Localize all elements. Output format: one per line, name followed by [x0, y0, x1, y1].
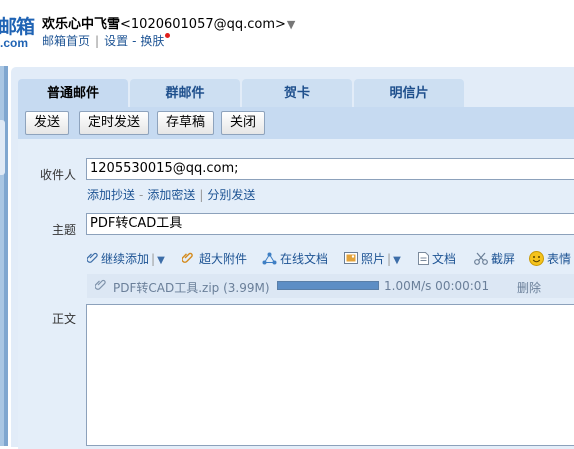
body-label: 正文 [52, 312, 77, 326]
tab-greeting-card[interactable]: 贺卡 [242, 79, 352, 107]
subject-label: 主题 [52, 223, 77, 237]
user-email: <1020601057@qq.com> [120, 17, 286, 32]
recipient-label: 收件人 [40, 168, 77, 182]
upload-progress-bar [277, 281, 379, 290]
separate-send-link[interactable]: 分别发送 [207, 188, 255, 202]
smiley-icon [529, 250, 544, 269]
add-bcc-link[interactable]: 添加密送 [147, 188, 195, 202]
chevron-down-icon[interactable]: ▼ [157, 255, 165, 266]
logo: 邮箱 [0, 16, 35, 38]
save-draft-button[interactable]: 存草稿 [157, 111, 215, 135]
photo-button[interactable]: 照片 | ▼ [344, 250, 401, 267]
attachment-upload-row: PDF转CAD工具.zip (3.99M) 1.00M/s 00:00:01 删… [87, 274, 574, 298]
tab-normal-mail[interactable]: 普通邮件 [18, 79, 128, 108]
add-cc-link[interactable]: 添加抄送 [87, 188, 135, 202]
paperclip-icon [86, 252, 98, 267]
mailbox-home-link[interactable]: 邮箱首页 [42, 34, 90, 48]
upload-speed-time: 1.00M/s 00:00:01 [384, 279, 490, 293]
header-links: 邮箱首页 | 设置 - 换肤 [42, 32, 171, 49]
large-paperclip-icon [181, 252, 196, 267]
attachment-clip-icon [94, 279, 106, 294]
continue-add-button[interactable]: 继续添加 | ▼ [86, 250, 165, 267]
recipient-input[interactable]: 1205530015@qq.com; [86, 158, 574, 180]
photo-chevron-down-icon[interactable]: ▼ [393, 255, 401, 266]
upload-progress-fill [278, 282, 378, 289]
attachment-filename: PDF转CAD工具.zip (3.99M) [113, 281, 270, 295]
logo-domain: .com [0, 36, 29, 50]
document-icon [418, 251, 429, 268]
account-line: 欢乐心中飞雪<1020601057@qq.com>▼ [42, 13, 295, 32]
large-attachment-button[interactable]: 超大附件 [181, 250, 247, 267]
tab-group-mail[interactable]: 群邮件 [130, 79, 240, 107]
delete-attachment-link[interactable]: 删除 [517, 279, 541, 296]
user-name: 欢乐心中飞雪 [42, 17, 121, 32]
share-nodes-icon [262, 252, 277, 268]
sidebar-collapse-handle[interactable] [0, 120, 5, 175]
skin-link[interactable]: 换肤 [140, 34, 164, 48]
scissors-icon [474, 252, 488, 268]
send-button[interactable]: 发送 [25, 111, 70, 135]
recipient-options: 添加抄送 - 添加密送 | 分别发送 [87, 188, 256, 202]
screenshot-button[interactable]: 截屏 [474, 250, 515, 268]
schedule-send-button[interactable]: 定时发送 [79, 111, 150, 135]
photo-icon [344, 252, 358, 267]
subject-input[interactable]: PDF转CAD工具 [86, 213, 574, 235]
emoji-button[interactable]: 表情 [529, 250, 571, 269]
online-document-button[interactable]: 在线文档 [262, 250, 328, 268]
tab-postcard[interactable]: 明信片 [354, 79, 464, 107]
account-dropdown-icon[interactable]: ▼ [287, 18, 295, 31]
mail-body-editor[interactable] [86, 304, 574, 446]
document-button[interactable]: 文档 [418, 250, 456, 268]
top-header: 邮箱 .com 欢乐心中飞雪<1020601057@qq.com>▼ 邮箱首页 |… [0, 0, 574, 64]
close-button[interactable]: 关闭 [221, 111, 266, 135]
notification-dot-icon [165, 33, 171, 38]
settings-link[interactable]: 设置 [104, 34, 128, 48]
